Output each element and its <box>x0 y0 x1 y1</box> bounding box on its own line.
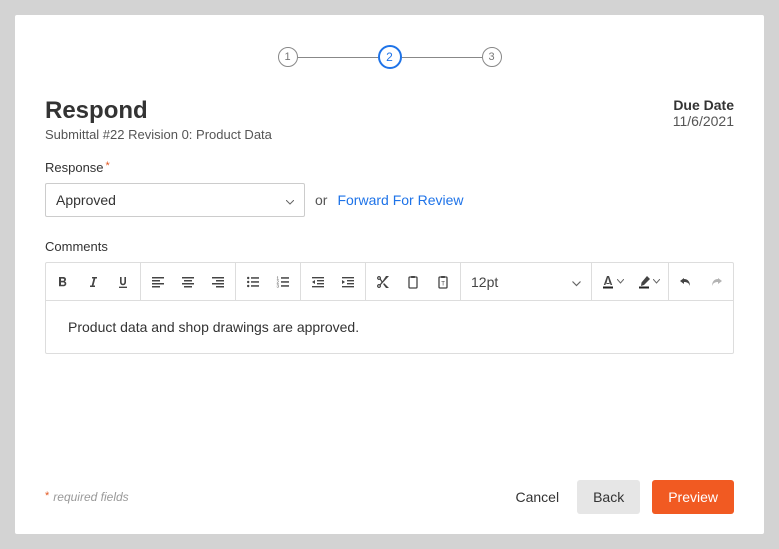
underline-button[interactable] <box>108 264 138 300</box>
redo-button[interactable] <box>701 264 731 300</box>
header-row: Respond Submittal #22 Revision 0: Produc… <box>45 97 734 142</box>
step-line <box>402 57 482 58</box>
response-label: Response* <box>45 160 734 175</box>
comments-textarea[interactable]: Product data and shop drawings are appro… <box>46 301 733 353</box>
highlight-color-button[interactable] <box>630 275 666 289</box>
bullet-list-button[interactable] <box>238 264 268 300</box>
response-row: Approved or Forward For Review <box>45 183 734 217</box>
indent-button[interactable] <box>333 264 363 300</box>
comments-label: Comments <box>45 239 734 254</box>
due-date: Due Date 11/6/2021 <box>673 97 734 129</box>
forward-for-review-link[interactable]: Forward For Review <box>337 192 463 208</box>
response-label-text: Response <box>45 160 104 175</box>
svg-text:T: T <box>441 281 445 287</box>
required-asterisk-icon: * <box>106 160 110 172</box>
chevron-down-icon <box>572 274 581 290</box>
toolbar-group-history <box>669 263 733 300</box>
caret-down-icon <box>286 192 294 208</box>
outdent-button[interactable] <box>303 264 333 300</box>
toolbar-group-color <box>592 263 669 300</box>
italic-button[interactable] <box>78 264 108 300</box>
step-3[interactable]: 3 <box>482 47 502 67</box>
comments-editor: 123 T <box>45 262 734 354</box>
required-fields-text: required fields <box>53 490 128 504</box>
align-left-button[interactable] <box>143 264 173 300</box>
back-button[interactable]: Back <box>577 480 640 514</box>
footer: * required fields Cancel Back Preview <box>45 480 734 514</box>
svg-text:3: 3 <box>277 283 280 288</box>
due-date-label: Due Date <box>673 97 734 113</box>
toolbar-group-clipboard: T <box>366 263 461 300</box>
stepper: 1 2 3 <box>45 45 734 69</box>
preview-button[interactable]: Preview <box>652 480 734 514</box>
align-right-button[interactable] <box>203 264 233 300</box>
response-select[interactable]: Approved <box>45 183 305 217</box>
footer-buttons: Cancel Back Preview <box>509 480 734 514</box>
required-asterisk-icon: * <box>45 490 49 502</box>
toolbar-group-text-style <box>46 263 141 300</box>
step-line <box>298 57 378 58</box>
font-size-select[interactable]: 12pt <box>461 263 592 300</box>
page-subtitle: Submittal #22 Revision 0: Product Data <box>45 127 272 142</box>
toolbar-group-align <box>141 263 236 300</box>
toolbar-group-list: 123 <box>236 263 301 300</box>
numbered-list-button[interactable]: 123 <box>268 264 298 300</box>
header-left: Respond Submittal #22 Revision 0: Produc… <box>45 97 272 142</box>
cancel-button[interactable]: Cancel <box>509 481 565 513</box>
required-fields-note: * required fields <box>45 490 129 504</box>
or-text: or <box>315 192 327 208</box>
due-date-value: 11/6/2021 <box>673 113 734 129</box>
page-title: Respond <box>45 97 272 125</box>
panel: 1 2 3 Respond Submittal #22 Revision 0: … <box>15 15 764 534</box>
text-color-button[interactable] <box>594 275 630 289</box>
editor-toolbar: 123 T <box>46 263 733 301</box>
toolbar-group-indent <box>301 263 366 300</box>
step-1[interactable]: 1 <box>278 47 298 67</box>
bold-button[interactable] <box>48 264 78 300</box>
step-2[interactable]: 2 <box>378 45 402 69</box>
undo-button[interactable] <box>671 264 701 300</box>
cut-button[interactable] <box>368 264 398 300</box>
font-size-value: 12pt <box>471 274 498 290</box>
paste-text-button[interactable]: T <box>428 264 458 300</box>
paste-button[interactable] <box>398 264 428 300</box>
align-center-button[interactable] <box>173 264 203 300</box>
response-select-value: Approved <box>56 192 116 208</box>
